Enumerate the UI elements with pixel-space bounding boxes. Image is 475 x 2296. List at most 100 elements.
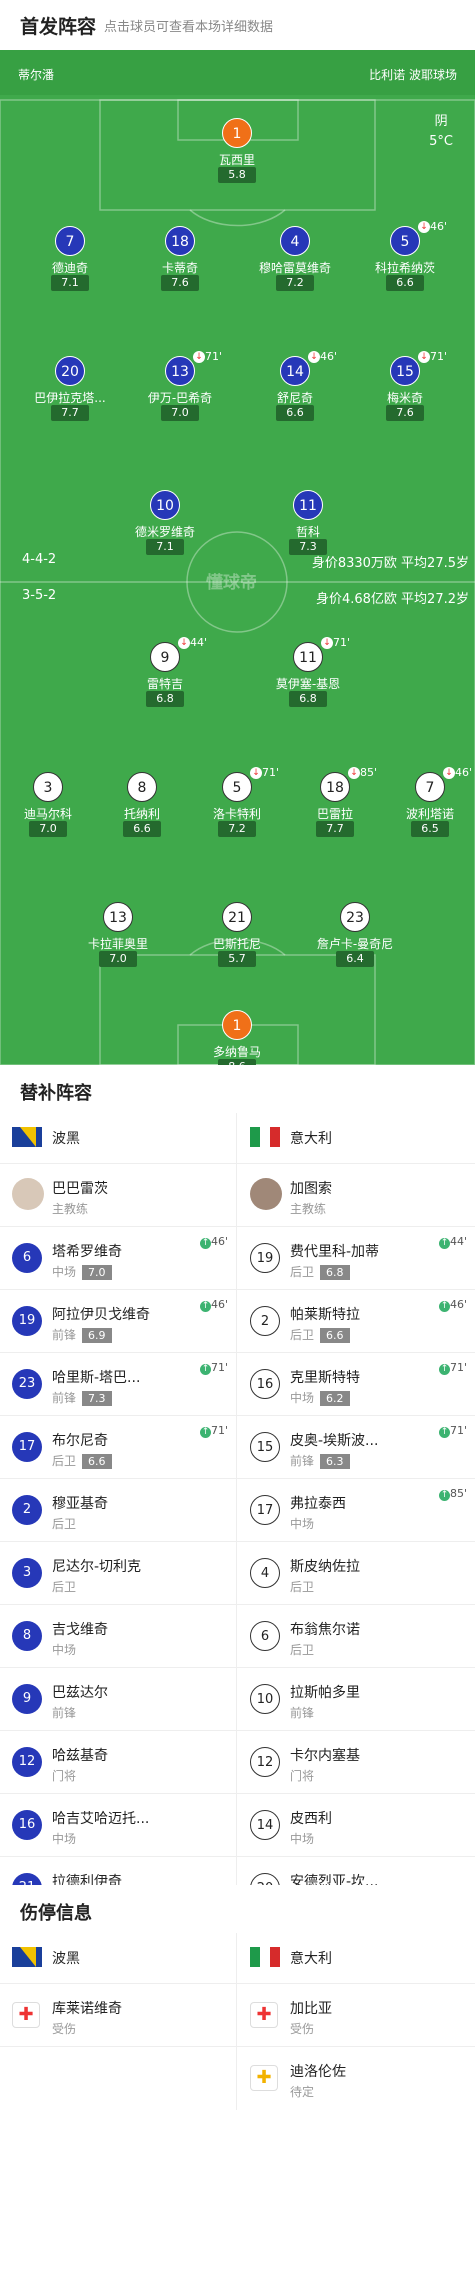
sub-player-position: 后卫 6.6	[290, 1326, 350, 1343]
injury-row: ✚ 库莱诺维奇 受伤 ✚ 加比亚 受伤	[0, 1983, 475, 2047]
sub-player-name: 哈里斯-塔巴...	[52, 1370, 141, 1386]
subs-home-team: 波黑	[0, 1113, 237, 1163]
home-sub-player[interactable]: 16 哈吉艾哈迈托... 中场	[0, 1794, 237, 1857]
sub-player-position: 中场 6.2	[290, 1389, 350, 1406]
watermark: 懂球帝	[206, 573, 257, 593]
sub-off-icon: ↓	[443, 767, 455, 779]
home-sub-player[interactable]: 6 塔希罗维奇 中场 7.0 ↑ 46'	[0, 1227, 237, 1290]
player-name: 巴斯托尼	[212, 937, 261, 951]
home-player-8[interactable]: 14 舒尼奇 6.6 ↓ 46'	[240, 350, 350, 421]
sub-on-marker: ↑ 46'	[199, 1235, 228, 1249]
away-coach[interactable]: 加图索 主教练	[238, 1164, 475, 1227]
sub-on-icon: ↑	[438, 1301, 450, 1312]
away-player-1[interactable]: 9 雷特吉 6.8 ↓ 44'	[110, 636, 220, 707]
home-player-4[interactable]: 4 穆哈雷莫维奇 7.2	[240, 226, 350, 291]
home-sub-player[interactable]: 17 布尔尼奇 后卫 6.6 ↑ 71'	[0, 1416, 237, 1479]
sub-player-rating: 6.3	[320, 1454, 350, 1469]
sub-on-icon: ↑	[438, 1238, 450, 1249]
away-sub-player[interactable]: 14 皮西利 中场	[238, 1794, 475, 1857]
sub-row: 19 阿拉伊贝戈维奇 前锋 6.9 ↑ 46' 2 帕莱斯特拉 后卫 6.6 ↑ 46'	[0, 1289, 475, 1353]
home-player-11[interactable]: 11 哲科 7.3	[253, 490, 363, 555]
sub-row: 23 哈里斯-塔巴... 前锋 7.3 ↑ 71' 16 克里斯特特 中场 6.2 ↑ 71'	[0, 1352, 475, 1416]
jersey-number: 19	[12, 1306, 42, 1336]
away-player-4[interactable]: 8 托纳利 6.6	[87, 772, 197, 837]
away-sub-player[interactable]: 17 弗拉泰西 中场 ↑ 85'	[238, 1479, 475, 1542]
bosnia-flag-icon	[12, 1947, 42, 1971]
sub-row: 8 吉戈维奇 中场 6 布翁焦尔诺 后卫	[0, 1604, 475, 1668]
jersey-number: 14	[250, 1810, 280, 1840]
sub-player-position: 前锋	[290, 1706, 315, 1720]
jersey-number: 6	[250, 1621, 280, 1651]
jersey-number: 3	[12, 1558, 42, 1588]
sub-on-icon: ↑	[199, 1364, 211, 1375]
sub-player-name: 费代里科-加蒂	[290, 1244, 380, 1260]
away-sub-player[interactable]: 19 费代里科-加蒂 后卫 6.8 ↑ 44'	[238, 1227, 475, 1290]
away-player-11[interactable]: 1多纳鲁马8.6	[182, 1010, 292, 1065]
player-name: 詹卢卡-曼奇尼	[316, 937, 394, 951]
sub-minute: 71'	[449, 1424, 467, 1437]
away-player-2[interactable]: 11 莫伊塞-基恩 6.8 ↓ 71'	[253, 636, 363, 707]
away-player-10[interactable]: 23 詹卢卡-曼奇尼 6.4	[300, 902, 410, 967]
sub-player-name: 布翁焦尔诺	[290, 1622, 360, 1638]
sub-minute: 46'	[320, 350, 338, 363]
home-player-2[interactable]: 7 德迪奇 7.1	[15, 226, 125, 291]
home-player-3[interactable]: 18 卡蒂奇 7.6	[125, 226, 235, 291]
away-sub-player[interactable]: 12 卡尔内塞基 门将	[238, 1731, 475, 1794]
away-sub-player[interactable]: 16 克里斯特特 中场 6.2 ↑ 71'	[238, 1353, 475, 1416]
injury-home-1[interactable]: ✚ 库莱诺维奇 受伤	[0, 1984, 237, 2047]
sub-off-marker: ↓ 71'	[418, 350, 447, 363]
jersey-number: 16	[12, 1810, 42, 1840]
sub-off-marker: ↓ 71'	[193, 350, 222, 363]
away-sub-player[interactable]: 6 布翁焦尔诺 后卫	[238, 1605, 475, 1668]
sub-on-marker: ↑ 46'	[438, 1298, 467, 1312]
home-coach[interactable]: 巴巴雷茨 主教练	[0, 1164, 237, 1227]
sub-player-name: 塔希罗维奇	[52, 1244, 122, 1260]
away-player-7[interactable]: 7 波利塔诺 6.5 ↓ 46'	[375, 766, 475, 837]
away-player-8[interactable]: 13 卡拉菲奥里 7.0	[63, 902, 173, 967]
injury-away-1[interactable]: ✚ 加比亚 受伤	[238, 1984, 475, 2047]
italy-flag-icon	[250, 1947, 280, 1971]
home-player-6[interactable]: 20 巴伊拉克塔... 7.7	[15, 356, 125, 421]
sub-player-name: 巴兹达尔	[52, 1685, 108, 1701]
player-rating: 7.6	[386, 405, 424, 421]
jersey-number: 17	[250, 1495, 280, 1525]
home-sub-player[interactable]: 3 尼达尔-切利克 后卫	[0, 1542, 237, 1605]
player-rating: 6.4	[336, 951, 374, 967]
weather-text: 阴	[434, 114, 448, 129]
away-player-6[interactable]: 18 巴雷拉 7.7 ↓ 85'	[280, 766, 390, 837]
home-player-10[interactable]: 10 德米罗维奇 7.1	[110, 490, 220, 555]
sub-minute: 71'	[205, 350, 223, 363]
away-player-9[interactable]: 21 巴斯托尼 5.7	[182, 902, 292, 967]
home-sub-player[interactable]: 9 巴兹达尔 前锋	[0, 1668, 237, 1731]
home-player-5[interactable]: 5 科拉希纳茨 6.6 ↓ 46'	[350, 220, 460, 291]
sub-player-name: 布尔尼奇	[52, 1433, 108, 1449]
home-player-1[interactable]: 1 瓦西里 5.8	[182, 118, 292, 183]
home-sub-player[interactable]: 23 哈里斯-塔巴... 前锋 7.3 ↑ 71'	[0, 1353, 237, 1416]
away-sub-player[interactable]: 15 皮奥-埃斯波... 前锋 6.3 ↑ 71'	[238, 1416, 475, 1479]
home-value: 身价8330万欧 平均27.5岁	[311, 556, 469, 571]
sub-row: 9 巴兹达尔 前锋 10 拉斯帕多里 前锋	[0, 1667, 475, 1731]
injury-team-row: 波黑 意大利	[0, 1933, 475, 1983]
home-player-7[interactable]: 13 伊万-巴希奇 7.0 ↓ 71'	[125, 350, 235, 421]
home-sub-player[interactable]: 8 吉戈维奇 中场	[0, 1605, 237, 1668]
home-sub-player[interactable]: 12 哈兹基奇 门将	[0, 1731, 237, 1794]
sub-on-icon: ↑	[438, 1364, 450, 1375]
sub-minute: 46'	[430, 220, 448, 233]
home-sub-player[interactable]: 2 穆亚基奇 后卫	[0, 1479, 237, 1542]
away-sub-player[interactable]: 10 拉斯帕多里 前锋	[238, 1668, 475, 1731]
home-sub-player[interactable]: 19 阿拉伊贝戈维奇 前锋 6.9 ↑ 46'	[0, 1290, 237, 1353]
jersey-number: 8	[12, 1621, 42, 1651]
away-player-5[interactable]: 5 洛卡特利 7.2 ↓ 71'	[182, 766, 292, 837]
coach-avatar	[250, 1178, 282, 1210]
jersey-number: 17	[12, 1432, 42, 1462]
jersey-number: 13	[165, 356, 195, 386]
away-sub-player[interactable]: 4 斯皮纳佐拉 后卫	[238, 1542, 475, 1605]
away-team-name: 比利诺 波耶球场	[369, 68, 457, 82]
away-sub-player[interactable]: 2 帕莱斯特拉 后卫 6.6 ↑ 46'	[238, 1290, 475, 1353]
home-player-9[interactable]: 15 梅米奇 7.6 ↓ 71'	[350, 350, 460, 421]
injury-away-2[interactable]: ✚ 迪洛伦佐 待定	[238, 2047, 475, 2110]
sub-off-icon: ↓	[193, 351, 205, 363]
subs-section: 替补阵容 波黑 意大利 巴巴雷茨 主教练 加图索 主教练 6 塔希罗维奇 中场 7.0…	[0, 1065, 475, 1983]
jersey-number: 9	[150, 642, 180, 672]
player-rating: 6.8	[289, 691, 327, 707]
